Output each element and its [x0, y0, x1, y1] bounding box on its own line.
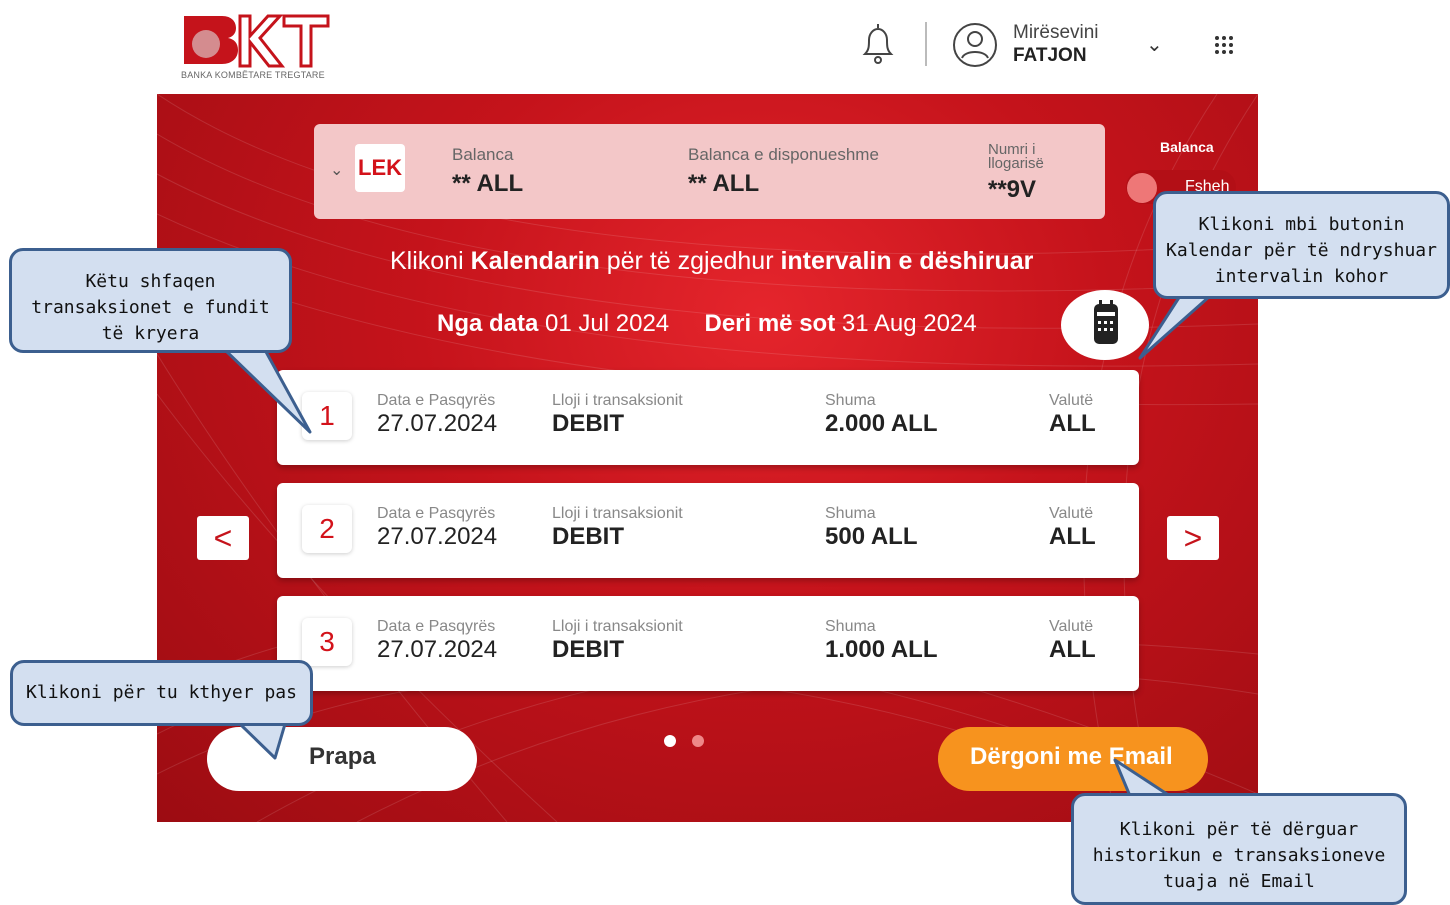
- chevron-down-icon[interactable]: ⌄: [1146, 32, 1163, 57]
- transaction-number: 2: [302, 505, 352, 553]
- currency-badge[interactable]: LEK: [355, 144, 405, 192]
- transaction-date: 27.07.2024: [377, 410, 498, 437]
- calendar-button[interactable]: [1061, 290, 1149, 360]
- available-balance-label: Balanca e disponueshme: [688, 145, 879, 164]
- transaction-amount: 500 ALL: [825, 523, 918, 550]
- transaction-currency: ALL: [1049, 523, 1096, 550]
- page-indicator[interactable]: [692, 735, 704, 747]
- back-button[interactable]: Prapa: [207, 727, 477, 791]
- transaction-type: DEBIT: [552, 636, 624, 663]
- transaction-number: 1: [302, 392, 352, 440]
- balance-value: ** ALL: [452, 170, 524, 197]
- date-range: Nga data 01 Jul 2024 Deri më sot 31 Aug …: [437, 310, 977, 338]
- transaction-currency: ALL: [1049, 636, 1096, 663]
- account-number-value: **9V: [988, 176, 1037, 203]
- transaction-type: DEBIT: [552, 523, 624, 550]
- available-balance-value: ** ALL: [688, 170, 760, 197]
- previous-page-button[interactable]: <: [197, 516, 249, 560]
- amount-column-label: Shuma: [825, 618, 876, 635]
- bell-icon[interactable]: [855, 20, 901, 68]
- type-column-label: Lloji i transaksionit: [552, 392, 683, 409]
- toggle-knob[interactable]: [1127, 173, 1157, 203]
- calendar-instruction: Klikoni Kalendarin për të zgjedhur inter…: [390, 247, 1034, 275]
- amount-column-label: Shuma: [825, 392, 876, 409]
- email-callout: Klikoni për të dërguar historikun e tran…: [1071, 793, 1407, 905]
- currency-column-label: Valutë: [1049, 618, 1094, 635]
- recent-transactions-callout: Këtu shfaqen transaksionet e fundit të k…: [9, 248, 292, 353]
- transaction-currency: ALL: [1049, 410, 1096, 437]
- type-column-label: Lloji i transaksionit: [552, 618, 683, 635]
- from-date-value: 01 Jul 2024: [545, 310, 670, 337]
- currency-column-label: Valutë: [1049, 392, 1094, 409]
- account-select-chevron-icon[interactable]: ⌄: [330, 160, 343, 180]
- account-number-label-2: llogarisë: [988, 155, 1044, 172]
- transaction-row[interactable]: 3 Data e Pasqyrës 27.07.2024 Lloji i tra…: [277, 596, 1139, 691]
- transaction-number: 3: [302, 618, 352, 666]
- transaction-amount: 1.000 ALL: [825, 636, 938, 663]
- transaction-amount: 2.000 ALL: [825, 410, 938, 437]
- to-date-value: 31 Aug 2024: [841, 310, 977, 337]
- transaction-type: DEBIT: [552, 410, 624, 437]
- balance-toggle-label: Balanca: [1160, 139, 1214, 155]
- transaction-row[interactable]: 1 Data e Pasqyrës 27.07.2024 Lloji i tra…: [277, 370, 1139, 465]
- transaction-row[interactable]: 2 Data e Pasqyrës 27.07.2024 Lloji i tra…: [277, 483, 1139, 578]
- amount-column-label: Shuma: [825, 505, 876, 522]
- user-name: FATJON: [1013, 45, 1087, 66]
- to-date-label: Deri më sot: [704, 310, 836, 337]
- back-callout: Klikoni për tu kthyer pas: [10, 660, 313, 726]
- from-date-label: Nga data: [437, 310, 539, 337]
- date-column-label: Data e Pasqyrës: [377, 618, 496, 635]
- send-email-button[interactable]: Dërgoni me Email: [938, 727, 1208, 791]
- transaction-date: 27.07.2024: [377, 523, 498, 550]
- apps-grid-icon[interactable]: [1213, 34, 1235, 56]
- date-column-label: Data e Pasqyrës: [377, 505, 496, 522]
- calendar-callout: Klikoni mbi butonin Kalendar për të ndry…: [1153, 191, 1450, 299]
- calendar-icon: [1094, 300, 1118, 344]
- transaction-date: 27.07.2024: [377, 636, 498, 663]
- next-page-button[interactable]: >: [1167, 516, 1219, 560]
- page-indicator-active[interactable]: [664, 735, 676, 747]
- balance-label: Balanca: [452, 145, 514, 164]
- date-column-label: Data e Pasqyrës: [377, 392, 496, 409]
- user-avatar-icon[interactable]: [952, 22, 998, 68]
- type-column-label: Lloji i transaksionit: [552, 505, 683, 522]
- greeting-text: Mirësevini: [1013, 22, 1099, 43]
- currency-column-label: Valutë: [1049, 505, 1094, 522]
- header-divider: [925, 22, 927, 66]
- logo-caption: BANKA KOMBËTARE TREGTARE: [181, 70, 325, 80]
